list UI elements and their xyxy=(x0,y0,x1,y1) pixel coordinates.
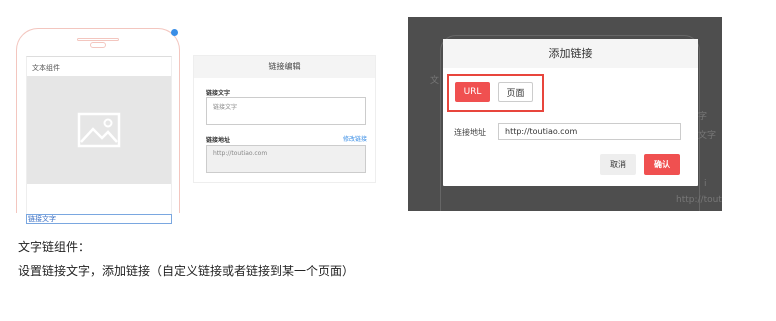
phone-screen: 文本组件 链接文字 xyxy=(26,56,172,224)
link-text-label: 链接文字 xyxy=(206,90,231,97)
background-text: 文字 xyxy=(698,131,717,141)
background-text: i xyxy=(704,179,707,189)
cancel-button[interactable]: 取消 xyxy=(600,154,636,175)
link-address-input[interactable]: http://toutiao.com xyxy=(206,145,366,173)
image-icon xyxy=(77,112,121,148)
background-text: 字 xyxy=(698,112,708,122)
url-tab-button[interactable]: URL xyxy=(455,82,490,102)
page-tab-button[interactable]: 页面 xyxy=(498,82,533,102)
caption-title: 文字链组件： xyxy=(18,240,91,254)
link-editor-panel: 链接编辑 链接文字 链接文字 链接地址 修改链接 http://toutiao.… xyxy=(193,55,376,183)
phone-top-bar xyxy=(77,38,119,41)
add-link-dialog: 添加链接 URL 页面 连接地址 取消 确认 xyxy=(443,39,698,186)
settings-dot-icon[interactable] xyxy=(171,29,178,36)
confirm-button[interactable]: 确认 xyxy=(644,154,680,175)
background-text: http://toutia xyxy=(676,195,722,205)
dialog-title: 添加链接 xyxy=(443,39,698,68)
link-text-input[interactable]: 链接文字 xyxy=(206,97,366,125)
phone-mockup: 文本组件 链接文字 xyxy=(16,28,180,224)
link-text-component[interactable]: 链接文字 xyxy=(26,214,172,224)
link-address-input[interactable] xyxy=(498,123,681,140)
link-address-label: 连接地址 xyxy=(454,128,486,137)
link-editor-header: 链接编辑 xyxy=(194,56,375,78)
image-placeholder[interactable] xyxy=(27,76,171,184)
link-address-label: 链接地址 xyxy=(206,137,231,144)
phone-speaker xyxy=(90,42,106,48)
caption-description: 设置链接文字，添加链接（自定义链接或者链接到某一个页面） xyxy=(18,264,355,278)
background-text: 文 xyxy=(430,76,440,86)
modify-link-button[interactable]: 修改链接 xyxy=(343,134,367,143)
phone-screen-title: 文本组件 xyxy=(32,64,60,72)
